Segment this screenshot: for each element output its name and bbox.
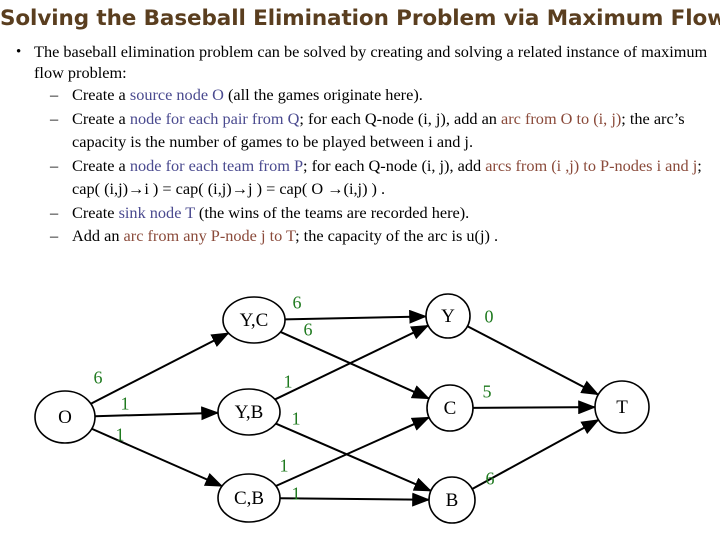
node-layer — [34, 293, 650, 524]
graph-edge-O-to-YB — [94, 406, 220, 421]
page-title: Solving the Baseball Elimination Problem… — [0, 6, 720, 31]
graph-edge-C-to-T — [472, 400, 597, 415]
graph-edge-Y-to-T — [467, 325, 600, 396]
graph-edge-B-to-T — [471, 418, 600, 490]
bullet-list: • The baseball elimination problem can be… — [8, 42, 714, 248]
bullet-sub-text-part: node for each team from P — [129, 155, 304, 175]
bullet-sub-text-part: (all the games originate here). — [223, 85, 423, 104]
bullet-sub-text-part: (the wins of the teams are recorded here… — [194, 202, 470, 222]
bullet-sub-text-part: arc from O to (i, j) — [501, 108, 622, 128]
graph-edge-YB-to-Y — [274, 324, 430, 401]
edge-capacity-label-YC-C: 6 — [303, 319, 313, 340]
edge-capacity-label-Y-T: 0 — [484, 306, 494, 327]
bullet-sub-text-part: sink node T — [118, 202, 195, 222]
edge-layer — [90, 309, 600, 507]
bullet-sub-marker: – — [50, 155, 59, 175]
graph-node-label-O: O — [58, 407, 72, 428]
bullet-sub-text-part: Create a — [72, 85, 130, 104]
bullet-sub-text-part: arcs from (i ,j) to P-nodes i and j — [485, 155, 698, 175]
bullet-sub: – Create a node for each pair from Q; for… — [8, 107, 714, 154]
graph-edge-CB-to-C — [275, 416, 431, 487]
graph-node-B — [428, 476, 476, 524]
graph-node-Y — [425, 293, 471, 339]
graph-node-O — [34, 390, 96, 444]
edge-capacity-label-YB-B: 1 — [291, 408, 301, 429]
bullet-sub-marker: – — [50, 202, 59, 222]
graph-edge-O-to-CB — [91, 427, 224, 488]
slide-canvas: Solving the Baseball Elimination Problem… — [0, 0, 720, 540]
graph-edge-YC-to-C — [280, 330, 431, 400]
bullet-sub-marker: – — [50, 226, 59, 245]
graph-edge-CB-to-B — [279, 492, 431, 507]
edge-capacity-label-O-CB: 1 — [115, 424, 125, 445]
graph-edge-YB-to-B — [275, 422, 433, 492]
edge-capacity-label-O-YC: 6 — [93, 367, 103, 388]
bullet-sub-text-part: ; the capacity of the arc is u(j) . — [295, 226, 499, 245]
graph-node-T — [594, 380, 650, 434]
graph-node-YB — [217, 388, 281, 436]
bullet-sub-text-part: arc from any P-node j to T — [123, 226, 296, 245]
graph-node-CB — [217, 473, 281, 523]
bullet-sub-text-part: Create a — [72, 155, 130, 175]
graph-node-C — [426, 384, 474, 432]
edge-capacity-label-CB-B: 1 — [291, 483, 301, 504]
bullet-marker: • — [16, 44, 22, 60]
bullet-sub-text-part: ; for each Q-node (i, j), add an — [299, 108, 502, 128]
bullet-sub-text-part: node for each pair from Q — [129, 108, 300, 128]
bullet-main-text: The baseball elimination problem can be … — [34, 42, 708, 82]
graph-node-label-B: B — [445, 490, 459, 511]
graph-node-label-YB: Y,B — [234, 402, 264, 423]
graph-node-label-YC: Y,C — [239, 310, 269, 331]
graph-edge-O-to-YC — [90, 332, 230, 405]
edge-capacity-label-CB-C: 1 — [279, 455, 289, 476]
bullet-sub-text-part: Create — [72, 202, 119, 222]
edge-capacity-label-YB-Y: 1 — [283, 371, 293, 392]
graph-node-label-C: C — [443, 398, 457, 419]
edge-capacity-label-O-YB: 1 — [120, 393, 130, 414]
bullet-sub-text-part: Add an — [72, 226, 124, 245]
bullet-sub-marker: – — [50, 108, 59, 128]
bullet-sub: – Create a node for each team from P; for… — [8, 154, 714, 201]
graph-node-YC — [222, 296, 286, 344]
graph-edge-YC-to-Y — [284, 309, 428, 324]
bullet-sub-text-part: ; for each Q-node (i, j), add — [303, 155, 486, 175]
bullet-sub: – Create sink node T (the wins of the tea… — [8, 201, 714, 225]
graph-node-label-T: T — [616, 397, 628, 418]
sub-bullet-list: – Create a source node O (all the games o… — [8, 83, 714, 248]
edge-capacity-label-B-T: 6 — [485, 468, 495, 489]
bullet-sub: – Add an arc from any P-node j to T; the … — [8, 224, 714, 248]
bullet-sub-text-part: Create a — [72, 108, 130, 128]
edge-capacity-label-YC-Y: 6 — [292, 292, 302, 313]
edge-capacity-label-C-T: 5 — [482, 381, 492, 402]
bullet-sub-marker: – — [50, 85, 59, 104]
bullet-sub: – Create a source node O (all the games o… — [8, 83, 714, 107]
graph-node-label-Y: Y — [441, 306, 455, 327]
graph-node-label-CB: C,B — [233, 488, 265, 509]
bullet-sub-text-part: source node O — [129, 85, 224, 104]
bullet-main: • The baseball elimination problem can be… — [8, 42, 714, 83]
